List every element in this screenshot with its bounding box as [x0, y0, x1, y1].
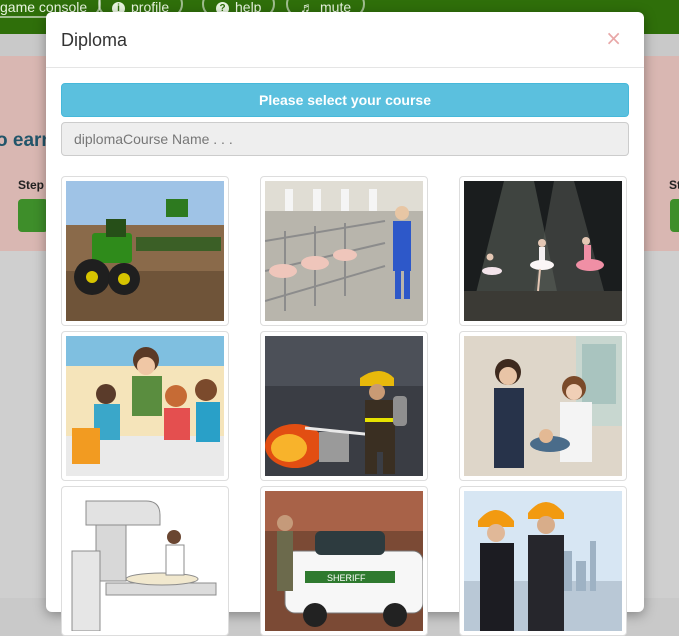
diploma-modal: Diploma × Please select your course dipl… [46, 12, 644, 636]
course-card-sheriff[interactable]: SHERIFF [260, 486, 428, 636]
select-course-banner: Please select your course [61, 83, 629, 117]
course-card-pig-farm[interactable] [260, 176, 428, 326]
ballet-dance-image [464, 181, 622, 321]
course-card-dental[interactable] [459, 331, 627, 481]
sheriff-police-car-image: SHERIFF [265, 491, 423, 631]
close-button[interactable]: × [605, 26, 622, 50]
modal-title: Diploma [61, 30, 128, 50]
svg-text:SHERIFF: SHERIFF [327, 573, 366, 583]
course-card-childcare[interactable] [61, 331, 229, 481]
pig-farm-image [265, 181, 423, 321]
background-step-button-right [670, 199, 679, 232]
childcare-teacher-image [66, 336, 224, 476]
course-search-input[interactable] [61, 122, 629, 156]
course-card-tractor[interactable] [61, 176, 229, 326]
radiography-machine-image [66, 491, 224, 631]
modal-header: Diploma × [46, 12, 644, 68]
course-card-ballet[interactable] [459, 176, 627, 326]
construction-engineers-image [464, 491, 622, 631]
course-card-construction[interactable] [459, 486, 627, 636]
background-step-left: Step [18, 178, 45, 192]
tractor-farming-image [66, 181, 224, 321]
course-card-firefighter[interactable] [260, 331, 428, 481]
background-step-button-left [18, 199, 48, 232]
background-step-right: St [669, 178, 679, 192]
dental-assistant-image [464, 336, 622, 476]
firefighter-image [265, 336, 423, 476]
course-card-radiography[interactable] [61, 486, 229, 636]
